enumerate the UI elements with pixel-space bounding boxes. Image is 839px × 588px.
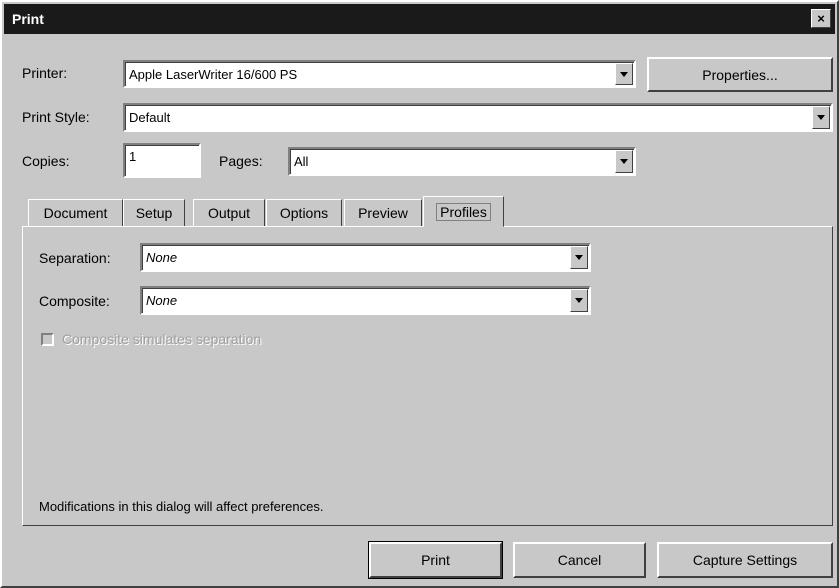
separation-select-value: None bbox=[146, 250, 178, 265]
pages-dropdown-button[interactable] bbox=[615, 150, 633, 173]
window-title: Print bbox=[12, 11, 44, 27]
separation-label: Separation: bbox=[39, 250, 111, 266]
pages-select[interactable]: All bbox=[288, 147, 636, 176]
chevron-down-icon bbox=[817, 115, 825, 120]
composite-simulates-label: Composite simulates separation bbox=[62, 331, 262, 347]
printer-dropdown-button[interactable] bbox=[615, 63, 633, 85]
print-dialog: Print × Printer: Apple LaserWriter 16/60… bbox=[0, 0, 839, 588]
print-button[interactable]: Print bbox=[368, 541, 503, 579]
composite-label: Composite: bbox=[39, 293, 110, 309]
close-icon: × bbox=[817, 11, 825, 26]
print-style-dropdown-button[interactable] bbox=[812, 106, 830, 129]
cancel-button[interactable]: Cancel bbox=[513, 542, 646, 578]
preferences-note: Modifications in this dialog will affect… bbox=[39, 499, 324, 514]
composite-dropdown-button[interactable] bbox=[570, 289, 588, 312]
chevron-down-icon bbox=[620, 71, 628, 77]
capture-settings-button[interactable]: Capture Settings bbox=[657, 542, 833, 578]
composite-select[interactable]: None bbox=[140, 286, 591, 315]
print-style-select[interactable]: Default bbox=[123, 103, 833, 132]
tab-preview[interactable]: Preview bbox=[344, 199, 422, 227]
close-button[interactable]: × bbox=[811, 9, 831, 28]
composite-simulates-checkbox[interactable] bbox=[41, 333, 54, 346]
tab-profiles[interactable]: Profiles bbox=[423, 196, 504, 227]
composite-select-value: None bbox=[146, 293, 178, 308]
chevron-down-icon bbox=[620, 159, 628, 164]
pages-label: Pages: bbox=[219, 153, 263, 169]
tab-setup[interactable]: Setup bbox=[123, 199, 185, 227]
chevron-down-icon bbox=[575, 255, 583, 260]
properties-button[interactable]: Properties... bbox=[647, 57, 833, 92]
title-bar: Print × bbox=[4, 4, 835, 34]
chevron-down-icon bbox=[575, 298, 583, 303]
separation-select[interactable]: None bbox=[140, 243, 591, 272]
printer-select-value: Apple LaserWriter 16/600 PS bbox=[129, 66, 298, 82]
tab-document[interactable]: Document bbox=[28, 199, 123, 227]
printer-label: Printer: bbox=[22, 65, 68, 81]
print-style-select-value: Default bbox=[129, 110, 171, 125]
copies-value: 1 bbox=[129, 149, 137, 164]
pages-select-value: All bbox=[294, 154, 309, 169]
copies-label: Copies: bbox=[22, 153, 70, 169]
separation-dropdown-button[interactable] bbox=[570, 246, 588, 269]
printer-select[interactable]: Apple LaserWriter 16/600 PS bbox=[123, 60, 636, 88]
copies-input[interactable]: 1 bbox=[123, 143, 201, 178]
tab-output[interactable]: Output bbox=[193, 199, 265, 227]
print-style-label: Print Style: bbox=[22, 109, 90, 125]
tab-options[interactable]: Options bbox=[266, 199, 342, 227]
